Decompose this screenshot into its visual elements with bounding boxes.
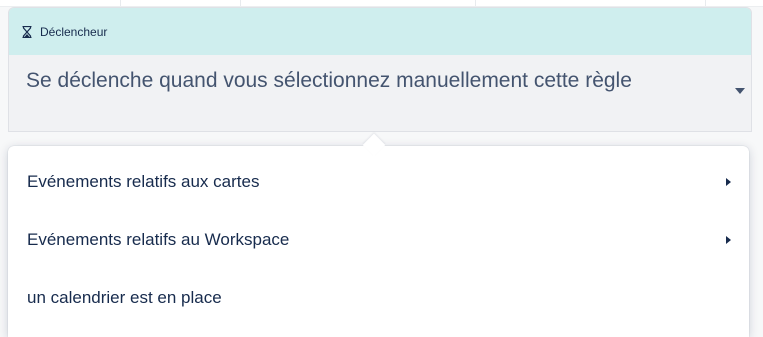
background-divider <box>475 0 476 6</box>
chevron-right-icon <box>726 178 731 186</box>
trigger-select[interactable]: Se déclenche quand vous sélectionnez man… <box>9 55 751 131</box>
menu-item-workspace-events[interactable]: Evénements relatifs au Workspace <box>8 212 749 268</box>
background-table-edge <box>0 0 763 7</box>
menu-item-label: Evénements relatifs au Workspace <box>27 230 290 249</box>
menu-item-label: Evénements relatifs aux cartes <box>27 172 260 191</box>
chevron-right-icon <box>726 236 731 244</box>
trigger-dropdown-menu: Evénements relatifs aux cartes Evénement… <box>8 133 749 337</box>
menu-item-card-events[interactable]: Evénements relatifs aux cartes <box>8 154 749 210</box>
menu-item-label: un calendrier est en place <box>27 288 222 307</box>
background-divider <box>240 0 241 6</box>
trigger-card: Déclencheur Se déclenche quand vous séle… <box>8 7 752 132</box>
hourglass-icon <box>21 25 33 39</box>
trigger-selected-value: Se déclenche quand vous sélectionnez man… <box>26 69 632 92</box>
background-divider <box>705 0 706 6</box>
menu-item-schedule[interactable]: un calendrier est en place <box>8 270 749 326</box>
background-divider <box>120 0 121 6</box>
popover-arrow <box>362 133 386 157</box>
trigger-header-label: Déclencheur <box>40 24 108 39</box>
trigger-header: Déclencheur <box>9 8 751 55</box>
chevron-down-icon[interactable] <box>734 87 746 95</box>
page: Déclencheur Se déclenche quand vous séle… <box>0 0 763 337</box>
